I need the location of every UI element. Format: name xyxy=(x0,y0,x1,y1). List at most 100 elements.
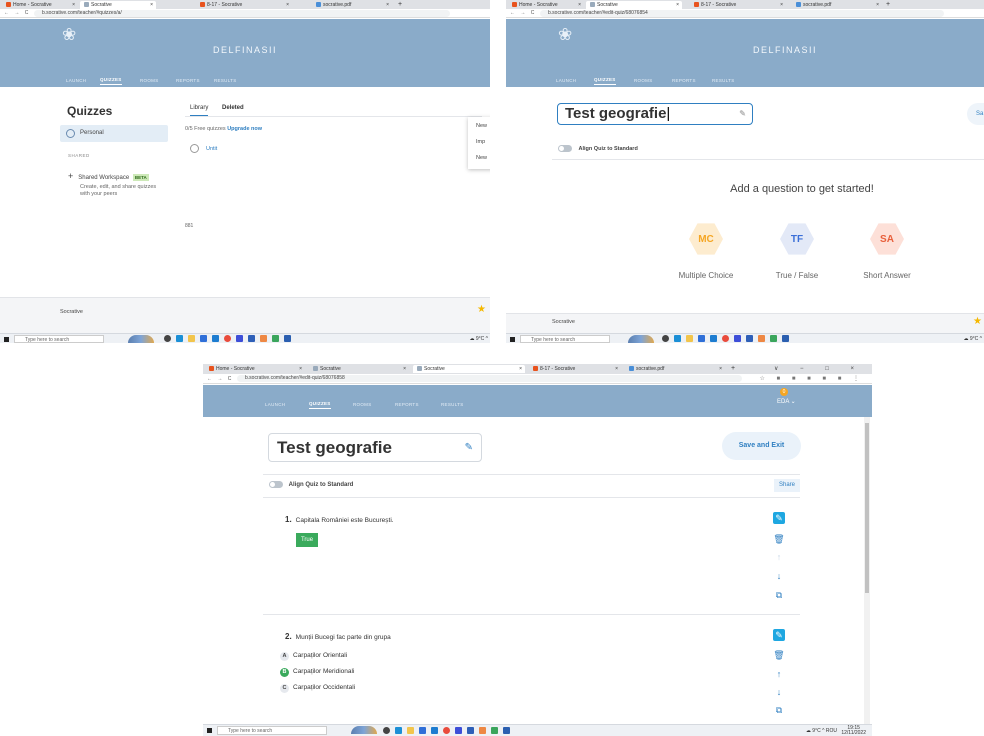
delete-question-icon[interactable]: 🗑 xyxy=(773,649,785,661)
nav-results[interactable]: RESULTS xyxy=(214,78,237,83)
nav-reports[interactable]: REPORTS xyxy=(176,78,200,83)
close-tab-icon[interactable]: × xyxy=(286,1,289,9)
scrollbar[interactable] xyxy=(864,417,870,726)
folder-icon[interactable] xyxy=(407,727,414,734)
word-icon[interactable] xyxy=(284,335,291,342)
nav-reports[interactable]: REPORTS xyxy=(672,78,696,83)
edge-icon[interactable] xyxy=(176,335,183,342)
app-icon[interactable] xyxy=(467,727,474,734)
weather-widget-icon[interactable] xyxy=(351,726,377,734)
sidebar-item-personal[interactable]: Personal xyxy=(60,125,168,142)
store-icon[interactable] xyxy=(698,335,705,342)
close-tab-icon[interactable]: × xyxy=(780,1,783,9)
url-field[interactable]: b.socrative.com/teacher/#edit-quiz/68076… xyxy=(540,10,944,17)
app-icon[interactable] xyxy=(734,335,741,342)
new-tab-button[interactable]: + xyxy=(886,0,890,9)
close-tab-icon[interactable]: × xyxy=(578,1,581,9)
upgrade-link[interactable]: Upgrade now xyxy=(227,126,262,132)
nav-arrows-icon[interactable]: ← → C xyxy=(207,374,233,384)
close-tab-icon[interactable]: × xyxy=(519,365,522,373)
nav-results[interactable]: RESULTS xyxy=(441,402,464,407)
move-up-icon[interactable]: ↑ xyxy=(773,668,785,680)
nav-quizzes[interactable]: QUIZZES xyxy=(594,77,616,85)
app-icon[interactable] xyxy=(746,335,753,342)
word-icon[interactable] xyxy=(503,727,510,734)
quiz-list-item[interactable]: Untit xyxy=(190,144,217,153)
short-answer-button[interactable]: SA xyxy=(870,223,904,255)
toggle-switch[interactable] xyxy=(558,145,572,152)
scrollbar-thumb[interactable] xyxy=(865,423,869,593)
browser-tab[interactable]: Home - Socrative × xyxy=(2,1,78,9)
nav-quizzes[interactable]: QUIZZES xyxy=(100,77,122,85)
window-controls[interactable]: ∨ − □ × xyxy=(774,365,864,372)
new-tab-button[interactable]: + xyxy=(731,364,735,373)
chrome-icon[interactable] xyxy=(722,335,729,342)
nav-launch[interactable]: LAUNCH xyxy=(265,402,285,407)
save-and-exit-button[interactable]: Save and Exit xyxy=(722,432,801,460)
app-icon[interactable] xyxy=(248,335,255,342)
nav-rooms[interactable]: ROOMS xyxy=(140,78,159,83)
browser-tab[interactable]: 8-17 - Socrative × xyxy=(690,1,786,9)
close-tab-icon[interactable]: × xyxy=(719,365,722,373)
browser-tab[interactable]: 8-17 - Socrative × xyxy=(529,365,621,373)
duplicate-question-icon[interactable]: ⧉ xyxy=(773,704,785,716)
mail-icon[interactable] xyxy=(710,335,717,342)
move-up-icon[interactable]: ↑ xyxy=(773,551,785,563)
close-tab-icon[interactable]: × xyxy=(299,365,302,373)
move-down-icon[interactable]: ↓ xyxy=(773,570,785,582)
nav-arrows-icon[interactable]: ← → C xyxy=(510,9,536,18)
nav-launch[interactable]: LAUNCH xyxy=(556,78,576,83)
socrative-logo-icon[interactable]: ❀ xyxy=(558,25,572,45)
browser-tab[interactable]: Socrative × xyxy=(413,365,525,373)
weather-widget-icon[interactable] xyxy=(628,335,654,343)
windows-start-icon[interactable] xyxy=(510,337,515,342)
close-tab-icon[interactable]: × xyxy=(676,1,679,9)
delete-question-icon[interactable]: 🗑 xyxy=(773,533,785,545)
nav-launch[interactable]: LAUNCH xyxy=(66,78,86,83)
close-tab-icon[interactable]: × xyxy=(150,1,153,9)
windows-start-icon[interactable] xyxy=(207,728,212,733)
select-radio[interactable] xyxy=(190,144,199,153)
app-icon[interactable] xyxy=(236,335,243,342)
save-button[interactable]: Sa xyxy=(967,103,984,125)
close-tab-icon[interactable]: × xyxy=(615,365,618,373)
taskview-icon[interactable] xyxy=(662,335,669,342)
tab-library[interactable]: Library xyxy=(190,105,209,116)
browser-tab[interactable]: Socrative × xyxy=(309,365,409,373)
app-icon[interactable] xyxy=(491,727,498,734)
tab-deleted[interactable]: Deleted xyxy=(222,105,244,111)
quiz-title-input[interactable]: Test geografie| ✎ xyxy=(557,103,753,125)
edge-icon[interactable] xyxy=(674,335,681,342)
taskview-icon[interactable] xyxy=(383,727,390,734)
nav-rooms[interactable]: ROOMS xyxy=(353,402,372,407)
folder-icon[interactable] xyxy=(686,335,693,342)
app-icon[interactable] xyxy=(479,727,486,734)
sidebar-item-shared-workspace[interactable]: + Shared Workspace BETA xyxy=(68,171,149,181)
menu-item-new[interactable]: New xyxy=(468,117,490,129)
align-standard-toggle[interactable]: Align Quiz to Standard xyxy=(269,481,353,488)
edit-title-icon[interactable]: ✎ xyxy=(465,434,473,461)
store-icon[interactable] xyxy=(200,335,207,342)
browser-tab[interactable]: Socrative × xyxy=(80,1,156,9)
edit-question-icon[interactable]: ✎ xyxy=(773,512,785,524)
browser-tab[interactable]: socrative.pdf × xyxy=(312,1,392,9)
share-button[interactable]: Share xyxy=(774,479,800,492)
nav-rooms[interactable]: ROOMS xyxy=(634,78,653,83)
multiple-choice-button[interactable]: MC xyxy=(689,223,723,255)
duplicate-question-icon[interactable]: ⧉ xyxy=(773,589,785,601)
folder-icon[interactable] xyxy=(188,335,195,342)
word-icon[interactable] xyxy=(782,335,789,342)
move-down-icon[interactable]: ↓ xyxy=(773,686,785,698)
taskbar-search-input[interactable]: Type here to search xyxy=(217,726,327,735)
browser-tab[interactable]: socrative.pdf × xyxy=(625,365,725,373)
browser-tab[interactable]: 8-17 - Socrative × xyxy=(196,1,292,9)
user-menu[interactable]: EDA ⌄ xyxy=(777,398,796,405)
toggle-switch[interactable] xyxy=(269,481,283,488)
nav-quizzes[interactable]: QUIZZES xyxy=(309,401,331,409)
app-icon[interactable] xyxy=(758,335,765,342)
url-field[interactable]: b.socrative.com/teacher/#quizzes/a/ xyxy=(34,10,450,17)
chrome-icon[interactable] xyxy=(443,727,450,734)
menu-item-import[interactable]: Imp xyxy=(468,129,490,145)
windows-start-icon[interactable] xyxy=(4,337,9,342)
menu-item-new[interactable]: New xyxy=(468,145,490,161)
